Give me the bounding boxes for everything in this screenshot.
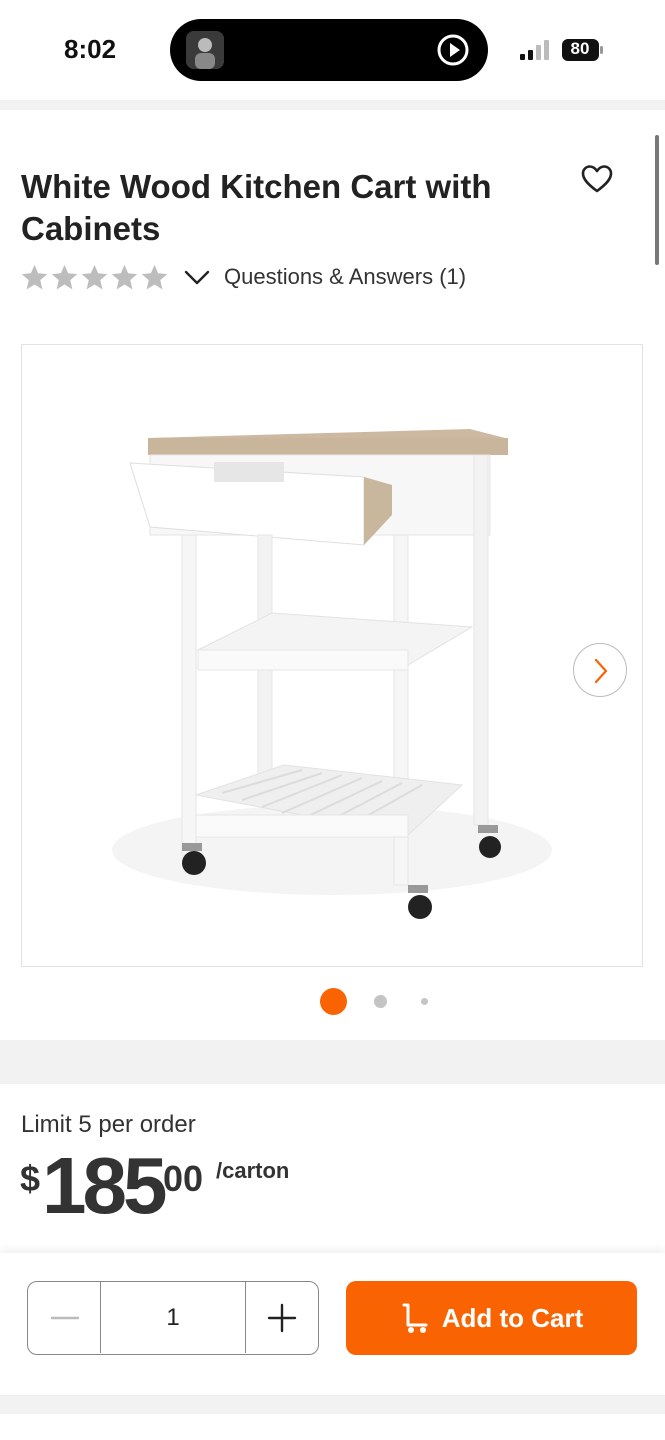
price-unit: /carton [216, 1158, 290, 1183]
quantity-input[interactable]: 1 [101, 1282, 245, 1353]
chevron-right-icon [594, 658, 608, 684]
heart-icon[interactable] [578, 160, 616, 198]
price-cents: 00 [163, 1158, 204, 1199]
play-icon[interactable] [436, 33, 470, 67]
next-image-button[interactable] [573, 643, 627, 697]
carousel-dot[interactable] [374, 995, 387, 1008]
dynamic-island[interactable] [170, 19, 488, 81]
star-rating [20, 263, 169, 292]
chevron-down-icon[interactable] [182, 262, 212, 292]
star-icon [21, 264, 48, 289]
star-icon [141, 264, 168, 289]
plus-icon [267, 1303, 297, 1333]
questions-answers-link[interactable]: Questions & Answers (1) [224, 264, 466, 290]
add-to-cart-label: Add to Cart [441, 1302, 584, 1333]
carousel-dot[interactable] [421, 998, 428, 1005]
status-time: 8:02 [64, 34, 117, 64]
scroll-indicator[interactable] [655, 135, 659, 265]
star-icon [51, 264, 78, 289]
star-icon [111, 264, 138, 289]
battery-level: 80 [570, 39, 590, 58]
order-limit: Limit 5 per order [21, 1111, 196, 1138]
decrease-quantity-button[interactable] [28, 1282, 101, 1353]
product-title: White Wood Kitchen Cart with Cabinets [21, 168, 492, 247]
rating-row[interactable]: Questions & Answers (1) [20, 260, 466, 294]
product-image [112, 429, 552, 919]
next-section-card [0, 1414, 665, 1440]
increase-quantity-button[interactable] [245, 1282, 318, 1353]
quantity-stepper: 1 [27, 1281, 319, 1355]
add-to-cart-button[interactable]: Add to Cart [346, 1281, 637, 1355]
price-currency: $ [20, 1158, 41, 1199]
signal-icon [520, 40, 549, 60]
minus-icon [50, 1316, 80, 1320]
product-image-carousel[interactable] [21, 344, 643, 967]
carousel-dots[interactable] [0, 986, 665, 1016]
star-icon [81, 264, 108, 289]
now-playing-artwork [186, 31, 224, 69]
price-whole: 185 [42, 1141, 168, 1230]
carousel-dot-active[interactable] [320, 988, 347, 1015]
cart-icon [402, 1303, 428, 1333]
